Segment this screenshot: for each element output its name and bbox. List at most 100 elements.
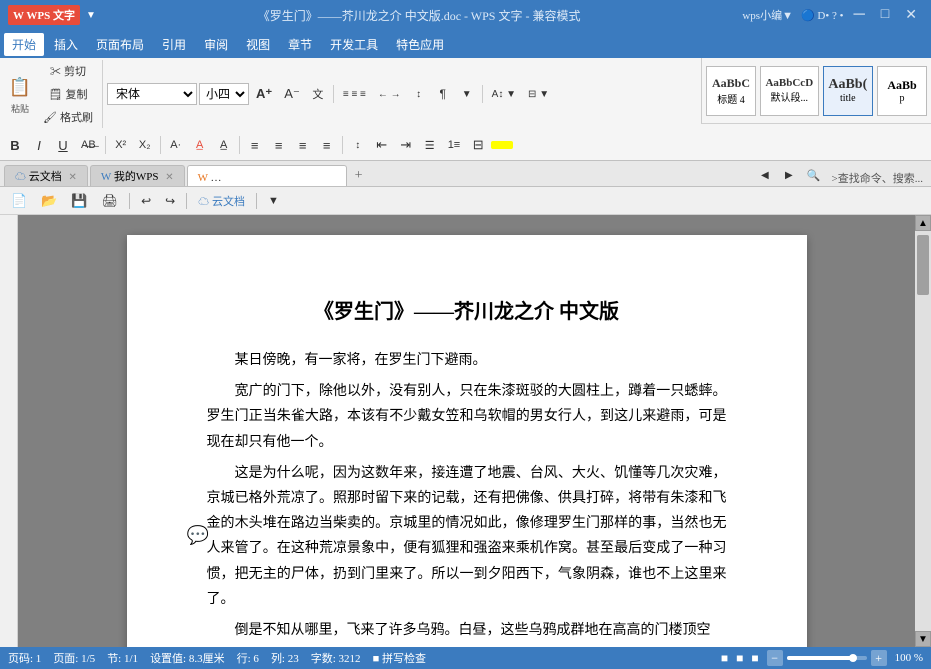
font-format-button[interactable]: 文	[307, 83, 329, 105]
menu-special[interactable]: 特色应用	[388, 33, 452, 56]
zoom-track[interactable]	[787, 656, 867, 660]
font-increase-button[interactable]: A⁺	[251, 83, 277, 105]
copy-button[interactable]: 🗒 复制	[38, 83, 98, 105]
style-title[interactable]: AaBb( title	[823, 66, 873, 116]
style-title-sample: AaBb(	[828, 77, 867, 93]
view-web[interactable]: ■	[751, 651, 758, 666]
indent-left-button[interactable]: ⇤	[371, 134, 393, 156]
qb-sep2	[186, 193, 187, 209]
para-button[interactable]: ¶	[432, 83, 454, 105]
subscript-button[interactable]: X₂	[134, 134, 156, 156]
strikethrough-button[interactable]: A̶B̶	[76, 134, 101, 156]
numbering-button[interactable]: 1≡	[443, 134, 466, 156]
cut-button[interactable]: ✂ 剪切	[38, 60, 98, 82]
qb-cloud-save[interactable]: ☁ 云文档	[193, 190, 250, 212]
zoom-handle[interactable]	[849, 654, 857, 662]
qb-redo[interactable]: ↪	[160, 191, 180, 211]
view-normal[interactable]: ■	[721, 651, 728, 666]
paste-button[interactable]: 📋	[4, 74, 36, 102]
indent-buttons[interactable]: ← →	[373, 83, 406, 105]
sep3	[105, 136, 106, 154]
menu-review[interactable]: 审阅	[196, 33, 236, 56]
toolbar-area: 📋 粘贴 ✂ 剪切 🗒 复制 🖌 格式刷 宋体 小四 A⁺ A⁻ 文	[0, 58, 701, 160]
scroll-thumb[interactable]	[917, 235, 929, 295]
qb-undo[interactable]: ↩	[136, 191, 156, 211]
style-heading4[interactable]: AaBbC 标题 4	[706, 66, 756, 116]
view-layout[interactable]: ■	[736, 651, 743, 666]
tab-nav-left[interactable]: ◀	[754, 164, 776, 186]
tab-mywps[interactable]: W 我的WPS ✕	[90, 165, 185, 186]
menu-view[interactable]: 视图	[238, 33, 278, 56]
list-button[interactable]: ☰	[419, 134, 441, 156]
align-center-button[interactable]: ≡	[268, 134, 290, 156]
font-name-select[interactable]: 宋体	[107, 83, 197, 105]
bold-button[interactable]: B	[4, 134, 26, 156]
qb-new[interactable]: 📄	[6, 190, 32, 212]
font-decrease-button[interactable]: A⁻	[279, 83, 305, 105]
title-dropdown-icon[interactable]: ▼	[86, 10, 96, 21]
tab-document[interactable]: W 《罗生门》——芥川龙之介 中文版.doc ✕	[187, 165, 347, 186]
style-default[interactable]: AaBbCcD 默认段...	[760, 66, 819, 116]
sep2	[482, 85, 483, 103]
tab-cloud[interactable]: ☁ 云文档 ✕	[4, 165, 88, 186]
scroll-up-button[interactable]: ▲	[915, 215, 931, 231]
paste-label: 粘贴	[11, 102, 29, 115]
vertical-scrollbar[interactable]: ▲ ▼	[915, 215, 931, 647]
qb-dropdown[interactable]: ▼	[263, 192, 284, 210]
align-buttons[interactable]: ≡ ≡ ≡	[338, 83, 371, 105]
tab-search[interactable]: 🔍	[802, 164, 826, 186]
format-painter-button[interactable]: 🖌 格式刷	[38, 106, 98, 128]
zoom-out-button[interactable]: −	[767, 650, 783, 666]
close-button[interactable]: ✕	[899, 7, 923, 24]
font-color-button[interactable]: A̲	[189, 134, 211, 156]
spacing-button[interactable]: ↕	[347, 134, 369, 156]
scroll-track[interactable]	[915, 231, 931, 631]
border-bottom-button[interactable]: ⊟	[467, 134, 489, 156]
wps-logo[interactable]: W WPS 文字	[8, 5, 80, 25]
zoom-in-button[interactable]: +	[871, 650, 887, 666]
menu-insert[interactable]: 插入	[46, 33, 86, 56]
spell-check[interactable]: ■ 拼写检查	[373, 650, 426, 666]
tab-cloud-label: 云文档	[29, 171, 62, 183]
menu-chapter[interactable]: 章节	[280, 33, 320, 56]
indent-right-button[interactable]: ⇥	[395, 134, 417, 156]
para-style-btn[interactable]: A↕ ▼	[487, 83, 521, 105]
line-spacing-button[interactable]: ↕	[408, 83, 430, 105]
document-area[interactable]: 💬 《罗生门》——芥川龙之介 中文版 某日傍晚，有一家将，在罗生门下避雨。 宽广…	[18, 215, 915, 647]
search-hint[interactable]: >查找命令、搜索...	[828, 170, 927, 186]
menu-start[interactable]: 开始	[4, 33, 44, 56]
new-tab-button[interactable]: +	[349, 166, 369, 186]
maximize-button[interactable]: □	[875, 7, 895, 23]
font-shade-button[interactable]: A·	[165, 134, 187, 156]
qb-save[interactable]: 💾	[66, 190, 92, 212]
align-left-button[interactable]: ≡	[244, 134, 266, 156]
more-para-button[interactable]: ▼	[456, 83, 478, 105]
wps-icon: W	[101, 171, 111, 183]
justify-button[interactable]: ≡	[316, 134, 338, 156]
menu-developer[interactable]: 开发工具	[322, 33, 386, 56]
underline-button[interactable]: U	[52, 134, 74, 156]
font-size-select[interactable]: 小四	[199, 83, 249, 105]
qb-print[interactable]: 🖨	[97, 190, 124, 212]
tab-mywps-close[interactable]: ✕	[165, 172, 173, 183]
col-info: 列: 23	[271, 650, 299, 666]
italic-button[interactable]: I	[28, 134, 50, 156]
align-right-button[interactable]: ≡	[292, 134, 314, 156]
tab-nav-right[interactable]: ▶	[778, 164, 800, 186]
scroll-down-button[interactable]: ▼	[915, 631, 931, 647]
document-page[interactable]: 💬 《罗生门》——芥川龙之介 中文版 某日傍晚，有一家将，在罗生门下避雨。 宽广…	[127, 235, 807, 647]
wps-helper[interactable]: wps小编▼	[742, 7, 793, 23]
menu-page-layout[interactable]: 页面布局	[88, 33, 152, 56]
border-btn[interactable]: ⊟ ▼	[523, 83, 554, 105]
qb-open[interactable]: 📂	[36, 190, 62, 212]
minimize-button[interactable]: ─	[847, 6, 870, 24]
zoom-level: 100 %	[895, 652, 923, 664]
superscript-button[interactable]: X²	[110, 134, 132, 156]
shading-button[interactable]	[491, 141, 513, 149]
style-p[interactable]: AaBb p	[877, 66, 927, 116]
sep1	[333, 85, 334, 103]
section-info: 节: 1/1	[107, 650, 138, 666]
tab-cloud-close[interactable]: ✕	[69, 172, 77, 183]
menu-reference[interactable]: 引用	[154, 33, 194, 56]
highlight-button[interactable]: A̲	[213, 134, 235, 156]
